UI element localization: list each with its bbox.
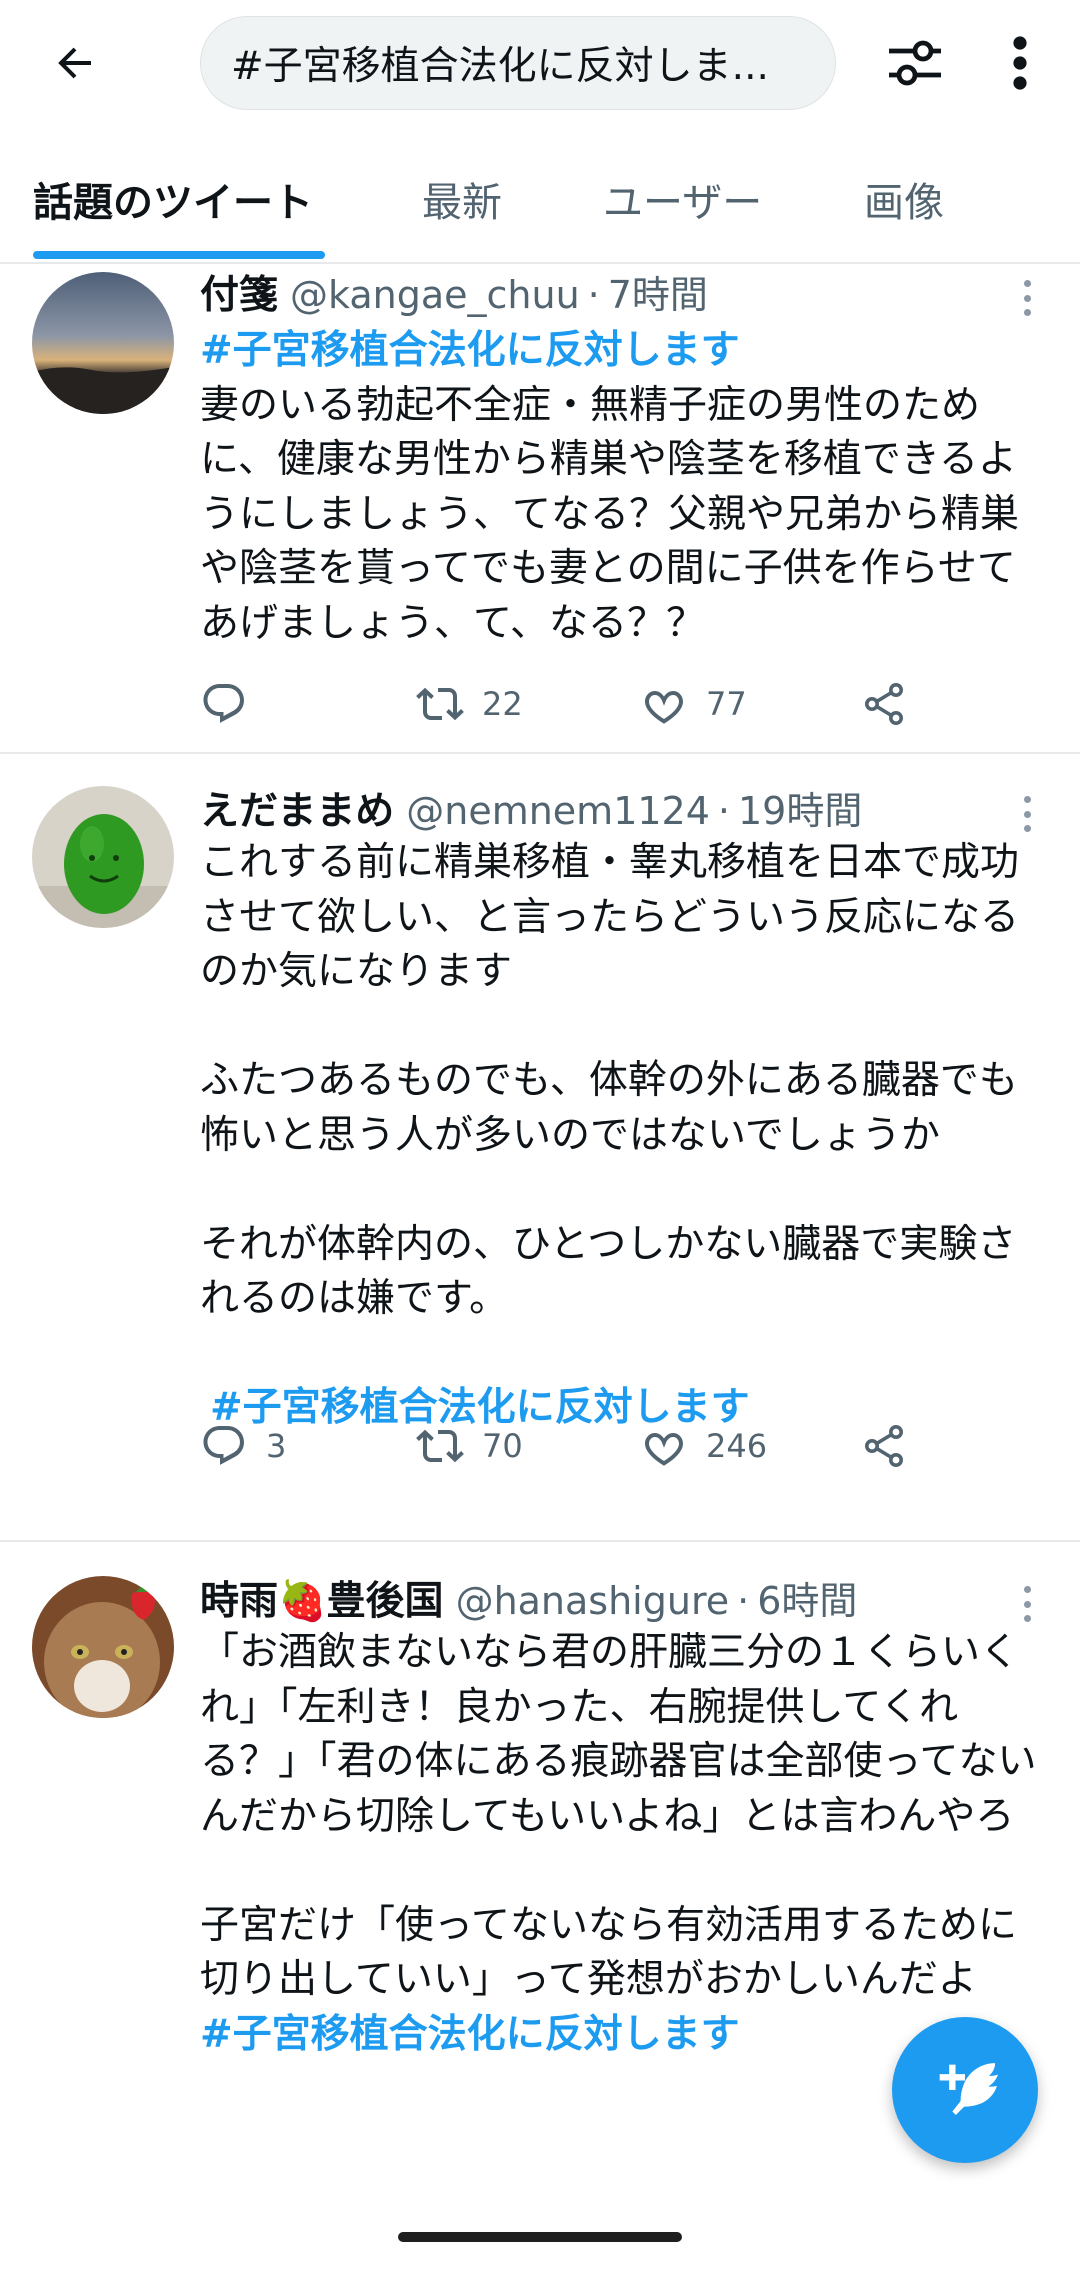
tweet-body: 「お酒飲まないなら君の肝臓三分の１くらいくれ」「左利き！良かった、右腕提供してく…: [200, 1630, 1037, 2002]
reply-icon: [203, 684, 244, 723]
share-button[interactable]: [860, 1416, 908, 1476]
like-button[interactable]: 77: [640, 674, 747, 734]
tab-top[interactable]: 話題のツイート: [33, 170, 313, 228]
hashtag-link[interactable]: #子宮移植合法化に反対します: [200, 2012, 740, 2057]
retweet-button[interactable]: 70: [416, 1416, 523, 1476]
tweet-menu-button[interactable]: [1012, 792, 1042, 832]
home-indicator: [398, 2232, 682, 2242]
filter-sliders-icon: [889, 40, 941, 86]
like-button[interactable]: 246: [640, 1416, 767, 1476]
tweet-time[interactable]: 6時間: [757, 1570, 857, 1625]
reply-count: 3: [266, 1427, 287, 1465]
retweet-count: 22: [482, 685, 523, 723]
back-arrow-icon: [58, 47, 91, 79]
reply-icon: [203, 1426, 244, 1465]
retweet-button[interactable]: 22: [416, 674, 523, 734]
retweet-icon: [416, 1429, 464, 1463]
reply-button[interactable]: [200, 674, 266, 734]
user-handle[interactable]: @hanashigure: [456, 1579, 730, 1623]
avatar[interactable]: [32, 786, 174, 928]
tweet-header: 時雨🍓豊後国 @hanashigure · 6時間: [200, 1570, 1000, 1626]
share-icon: [865, 683, 903, 725]
like-count: 77: [706, 685, 747, 723]
tweet[interactable]: 時雨🍓豊後国 @hanashigure · 6時間 「お酒飲まないなら君の肝臓三…: [0, 1544, 1080, 2271]
compose-tweet-button[interactable]: [892, 2017, 1038, 2163]
search-query: #子宮移植合法化に反対しま...: [231, 44, 769, 89]
tweet-header: 付箋 @kangae_chuu · 7時間: [200, 264, 1000, 320]
separator-dot: ·: [737, 1579, 750, 1623]
like-heart-icon: [645, 690, 683, 724]
tweet-text: これする前に精巣移植・睾丸移植を日本で成功させて欲しい、と言ったらどういう反応に…: [200, 836, 1050, 1436]
search-tabs: 話題のツイート 最新 ユーザー 画像: [0, 150, 1080, 264]
display-name[interactable]: 付箋: [200, 264, 278, 320]
tweet-text: 「お酒飲まないなら君の肝臓三分の１くらいくれ」「左利き！良かった、右腕提供してく…: [200, 1626, 1050, 2062]
tweet-time[interactable]: 7時間: [608, 264, 708, 319]
retweet-count: 70: [482, 1427, 523, 1465]
separator-dot: ·: [717, 789, 730, 833]
active-tab-indicator: [33, 251, 325, 259]
tweet-actions: 3 70 246: [200, 1416, 960, 1476]
search-input[interactable]: #子宮移植合法化に反対しま...: [200, 16, 836, 110]
share-icon: [865, 1425, 903, 1467]
more-options-button[interactable]: [990, 28, 1050, 98]
retweet-icon: [416, 687, 464, 721]
more-vertical-icon: [1013, 36, 1027, 90]
compose-feather-icon: [939, 2063, 998, 2116]
reply-button[interactable]: 3: [200, 1416, 286, 1476]
top-bar: #子宮移植合法化に反対しま...: [0, 0, 1080, 128]
tweet-actions: 22 77: [200, 674, 960, 734]
display-name[interactable]: 時雨🍓豊後国: [200, 1570, 444, 1626]
like-count: 246: [706, 1427, 768, 1465]
tweet-body: 妻のいる勃起不全症・無精子症の男性のために、健康な男性から精巣や陰茎を移植できる…: [200, 382, 1020, 646]
avatar[interactable]: [32, 272, 174, 414]
back-button[interactable]: [40, 28, 110, 98]
sunset-avatar-image: [32, 272, 174, 414]
user-handle[interactable]: @nemnem1124: [406, 789, 710, 833]
tweet-body: これする前に精巣移植・睾丸移植を日本で成功させて欲しい、と言ったらどういう反応に…: [200, 840, 1020, 1321]
tab-latest[interactable]: 最新: [422, 170, 502, 228]
display-name[interactable]: えだままめ: [200, 780, 394, 836]
tweet-menu-button[interactable]: [1012, 1582, 1042, 1622]
tweet[interactable]: えだままめ @nemnem1124 · 19時間 これする前に精巣移植・睾丸移植…: [0, 756, 1080, 1542]
tweet-time[interactable]: 19時間: [738, 780, 862, 835]
tweet-menu-button[interactable]: [1012, 276, 1042, 316]
tweet[interactable]: 付箋 @kangae_chuu · 7時間 #子宮移植合法化に反対します 妻のい…: [0, 264, 1080, 754]
tweet-header: えだままめ @nemnem1124 · 19時間: [200, 780, 1000, 836]
share-button[interactable]: [860, 674, 908, 734]
separator-dot: ·: [587, 273, 600, 317]
like-heart-icon: [645, 1432, 683, 1466]
avatar[interactable]: [32, 1576, 174, 1718]
hashtag-link[interactable]: #子宮移植合法化に反対します: [200, 328, 740, 373]
green-bean-avatar-image: [32, 786, 174, 928]
cat-avatar-image: [32, 1576, 174, 1718]
user-handle[interactable]: @kangae_chuu: [290, 273, 580, 317]
tab-people[interactable]: ユーザー: [603, 170, 762, 228]
tab-photos[interactable]: 画像: [864, 170, 944, 228]
tweet-text: #子宮移植合法化に反対します 妻のいる勃起不全症・無精子症の男性のために、健康な…: [200, 324, 1050, 651]
search-filter-button[interactable]: [880, 28, 950, 98]
